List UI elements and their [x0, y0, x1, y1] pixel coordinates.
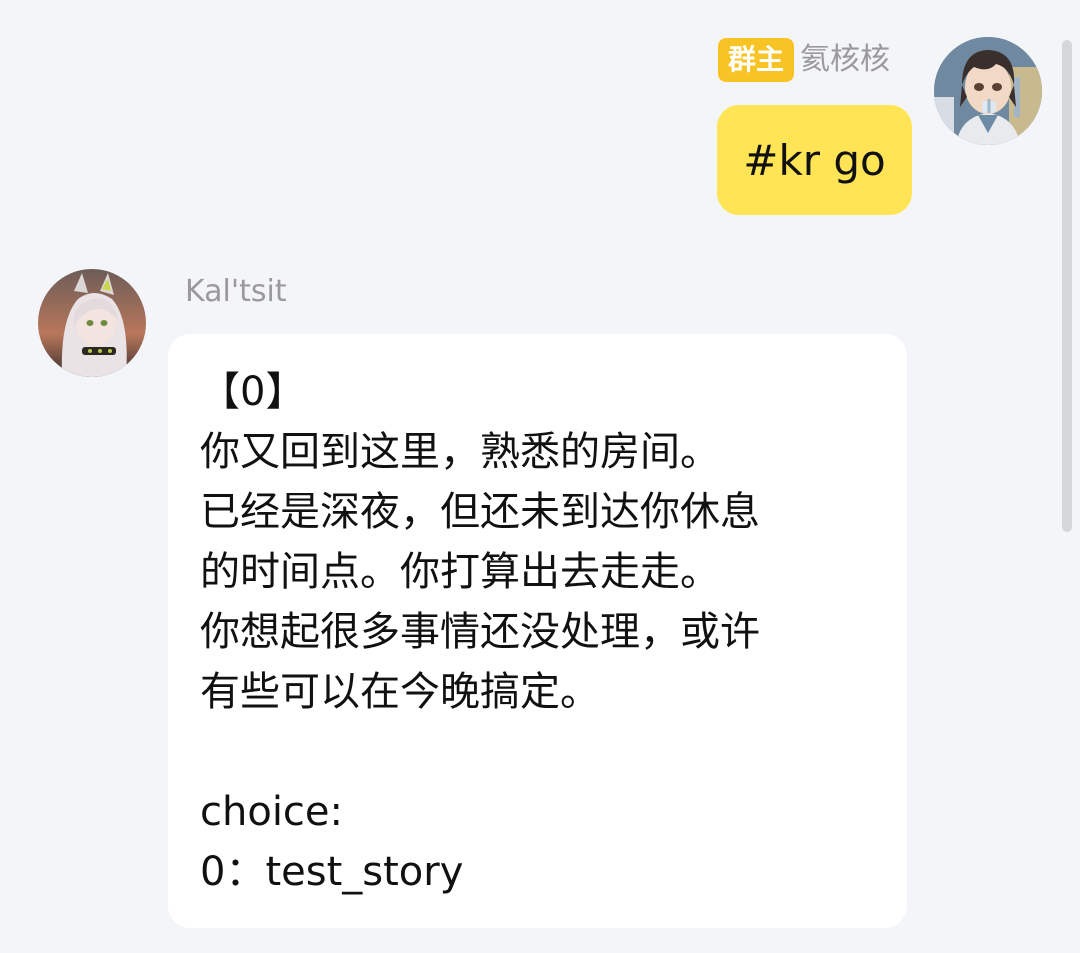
message-line: 【0】 — [200, 369, 306, 415]
outgoing-message-bubble[interactable]: #kr go — [717, 105, 912, 215]
message-line: 已经是深夜，但还未到达你休息 — [200, 489, 760, 535]
message-line: 的时间点。你打算出去走走。 — [200, 549, 720, 595]
incoming-sender-name[interactable]: Kal'tsit — [185, 272, 287, 312]
message-line: 你又回到这里，熟悉的房间。 — [200, 429, 720, 475]
scrollbar[interactable] — [1062, 40, 1072, 532]
outgoing-message-text: #kr go — [743, 135, 886, 185]
incoming-message-bubble[interactable]: 【0】 你又回到这里，熟悉的房间。 已经是深夜，但还未到达你休息 的时间点。你打… — [168, 334, 907, 928]
anime-girl-avatar-icon[interactable] — [934, 37, 1042, 145]
kaltsit-avatar-icon[interactable] — [38, 269, 146, 377]
message-line: 你想起很多事情还没处理，或许 — [200, 609, 760, 655]
outgoing-message-header: 群主 氦核核 — [717, 38, 890, 82]
choice-option: 0：test_story — [200, 849, 464, 895]
role-badge: 群主 — [717, 38, 794, 82]
choice-label: choice: — [200, 789, 344, 835]
message-line: 有些可以在今晚搞定。 — [200, 669, 600, 715]
outgoing-sender-name[interactable]: 氦核核 — [800, 38, 890, 82]
